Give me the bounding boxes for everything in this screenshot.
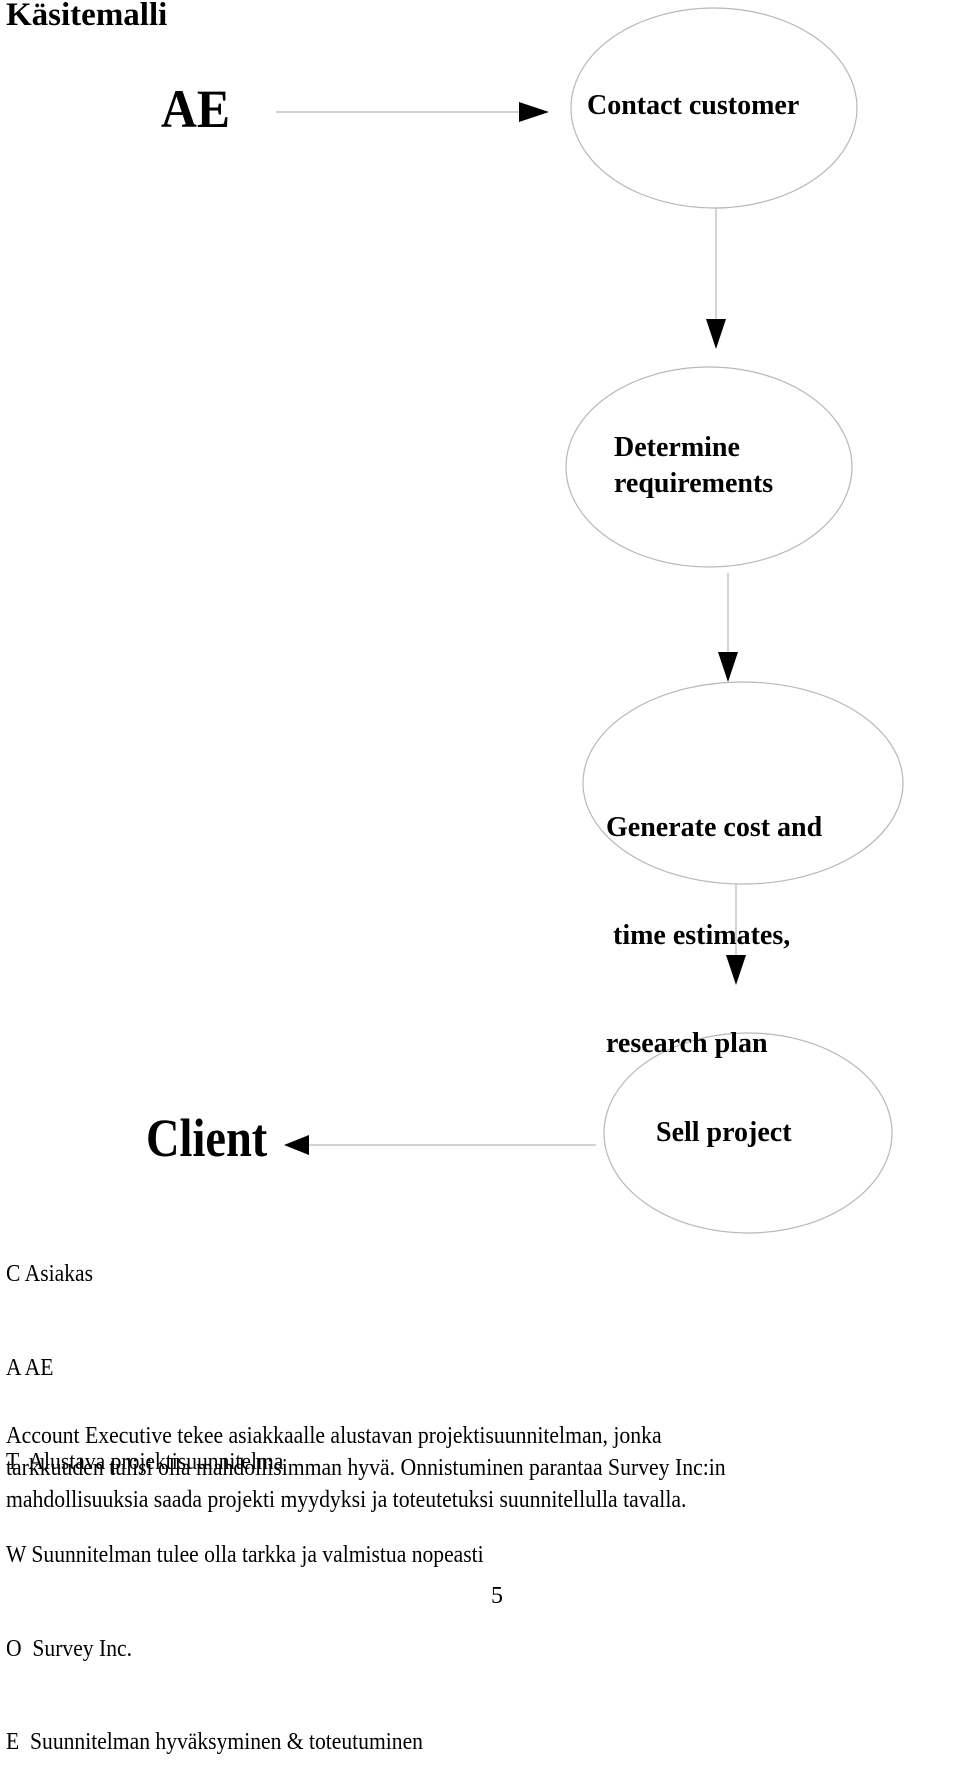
catwoe-customers: C Asiakas <box>6 1259 484 1290</box>
catwoe-key: A <box>6 1355 21 1382</box>
catwoe-environment: E Suunnitelman hyväksyminen & toteutumin… <box>6 1727 484 1758</box>
catwoe-key: C <box>6 1261 21 1288</box>
arrowhead-down-icon <box>718 652 738 682</box>
catwoe-worldview: W Suunnitelman tulee olla tarkka ja valm… <box>6 1540 484 1571</box>
catwoe-value: Survey Inc. <box>27 1635 132 1662</box>
node-determine-requirements-label: Determine requirements <box>614 430 773 502</box>
arrowhead-left-icon <box>284 1135 309 1155</box>
catwoe-value: Suunnitelman hyväksyminen & toteutuminen <box>24 1729 423 1756</box>
arrowhead-right-icon <box>519 102 549 122</box>
page-title: Käsitemalli <box>6 0 168 33</box>
catwoe-key: O <box>6 1635 22 1662</box>
node-label-line: research plan <box>606 1028 768 1059</box>
node-contact-customer-label: Contact customer <box>587 88 799 124</box>
catwoe-value: AE <box>24 1355 54 1382</box>
node-label-line: requirements <box>614 468 774 499</box>
node-label-line: Sell project <box>656 1117 792 1148</box>
node-label-line: Determine <box>614 432 740 463</box>
catwoe-owner: O Survey Inc. <box>6 1634 484 1665</box>
catwoe-actors: A AE <box>6 1353 484 1384</box>
node-sell-project-label: Sell project <box>656 1115 792 1151</box>
node-label-line: Contact customer <box>587 90 800 121</box>
edge-requirements-to-estimates <box>718 573 738 682</box>
actor-ae-label: AE <box>161 79 231 139</box>
actor-client-label: Client <box>146 1108 268 1168</box>
catwoe-key: E <box>6 1729 20 1756</box>
paragraph-line: mahdollisuuksia saada projekti myydyksi … <box>6 1487 687 1513</box>
edge-contact-to-requirements <box>706 208 726 349</box>
node-generate-estimates-label: Generate cost and time estimates, resear… <box>606 738 822 1098</box>
catwoe-key: W <box>6 1542 26 1569</box>
arrowhead-down-icon <box>706 319 726 349</box>
edge-sell-to-client <box>284 1135 596 1155</box>
paragraph-line: Account Executive tekee asiakkaalle alus… <box>6 1423 662 1449</box>
description-paragraph: Account Executive tekee asiakkaalle alus… <box>6 1420 726 1516</box>
node-label-line: time estimates, <box>606 920 791 951</box>
node-label-line: Generate cost and <box>606 812 823 843</box>
page-number: 5 <box>491 1583 503 1609</box>
edge-ae-to-contact <box>276 102 549 122</box>
catwoe-value: Asiakas <box>24 1261 94 1288</box>
catwoe-value: Suunnitelman tulee olla tarkka ja valmis… <box>31 1542 484 1569</box>
paragraph-line: tarkkuuden tulisi olla mahdollisimman hy… <box>6 1455 726 1481</box>
